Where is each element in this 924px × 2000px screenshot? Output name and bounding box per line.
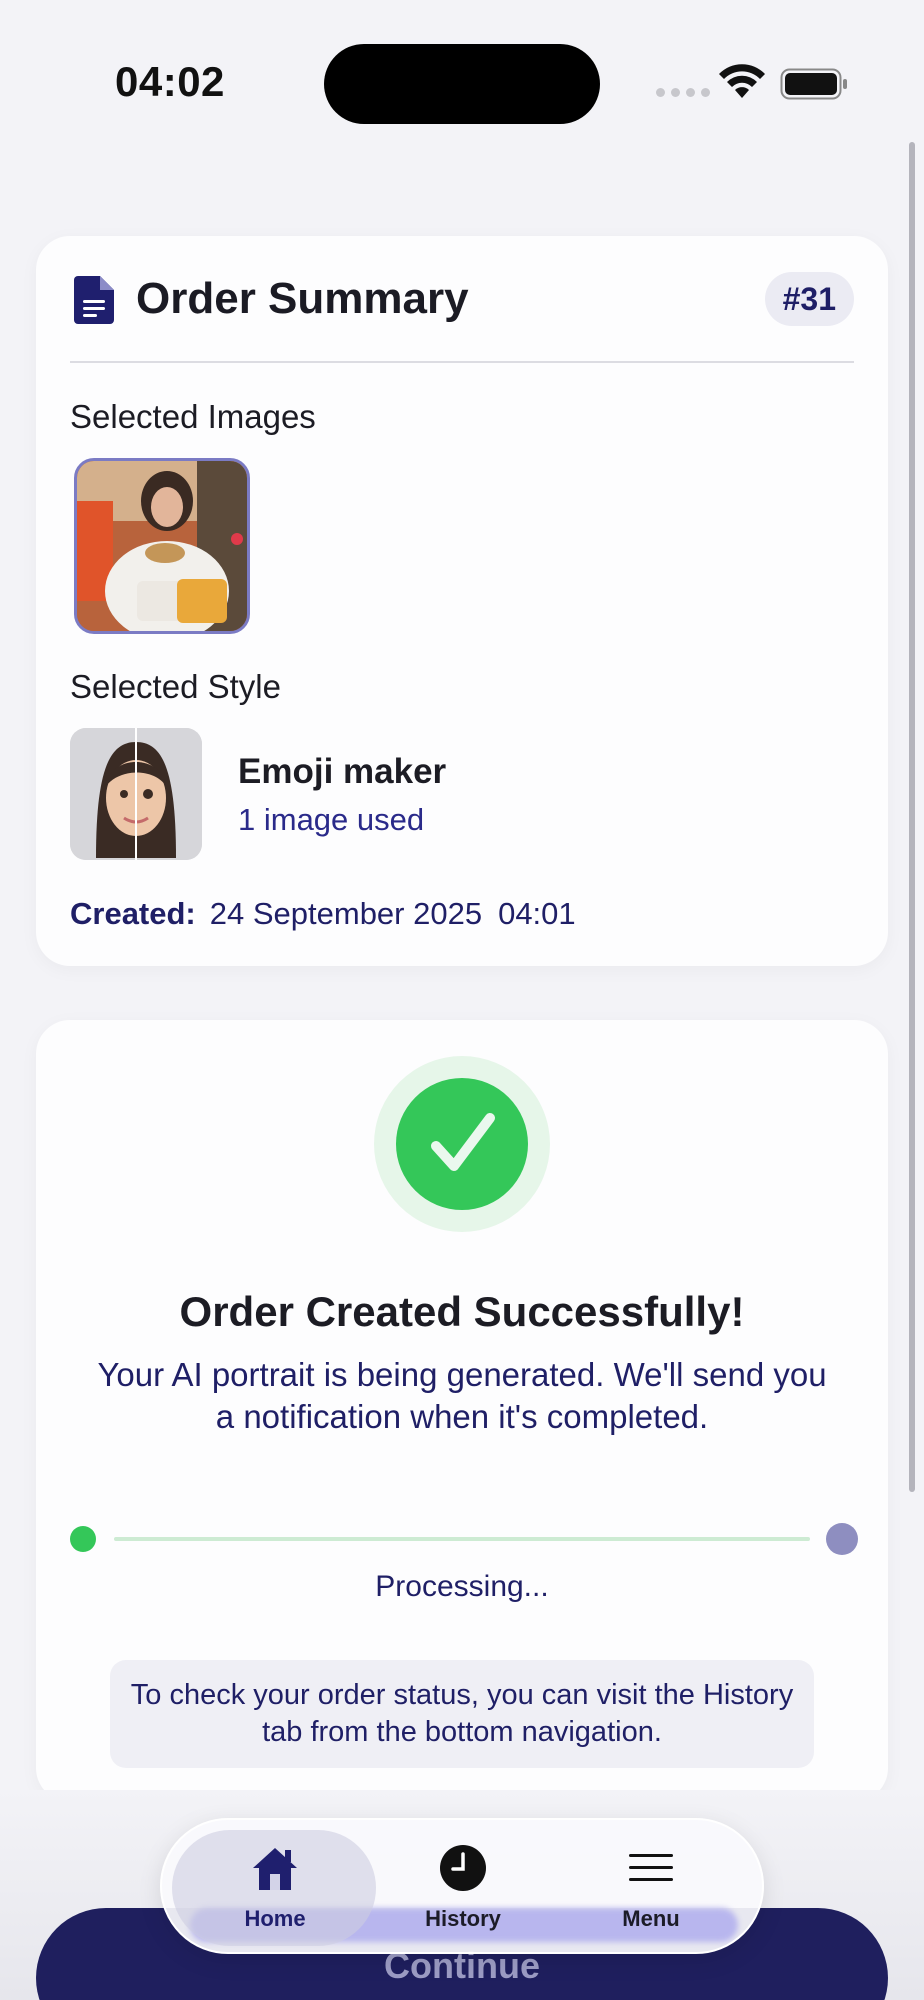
style-usage: 1 image used (238, 802, 425, 837)
bottom-tab-bar: Home History Menu (160, 1818, 764, 1954)
order-status-info: To check your order status, you can visi… (110, 1660, 814, 1768)
scrollbar[interactable] (909, 142, 915, 1492)
portrait-style-icon (70, 728, 202, 860)
success-check-badge (374, 1056, 550, 1232)
style-thumbnail (70, 728, 202, 860)
style-name: Emoji maker (238, 752, 447, 791)
tab-home-label: Home (244, 1906, 306, 1931)
progress-line (114, 1537, 810, 1541)
menu-icon (629, 1854, 673, 1881)
tab-menu[interactable]: Menu (556, 1820, 746, 1952)
selected-image-thumbnail[interactable] (74, 458, 250, 634)
order-summary-title: Order Summary (136, 274, 469, 323)
document-icon (74, 276, 114, 324)
order-number-badge: #31 (764, 272, 854, 326)
divider (70, 361, 854, 363)
created-label: Created: (70, 896, 196, 931)
tab-history-label: History (425, 1906, 501, 1931)
success-message: Your AI portrait is being generated. We'… (97, 1356, 827, 1435)
created-row: Created: 24 September 2025 04:01 (70, 896, 576, 932)
tab-history[interactable]: History (368, 1820, 558, 1952)
wifi-icon (719, 64, 765, 98)
clock-icon (440, 1845, 486, 1891)
status-time: 04:02 (115, 58, 225, 105)
tab-menu-label: Menu (622, 1906, 680, 1931)
processing-status: Processing... (375, 1570, 549, 1603)
status-bar: 04:02 (0, 0, 924, 170)
created-date: 24 September 2025 (209, 896, 483, 931)
cellular-signal-icon (656, 88, 710, 97)
progress-end-dot (826, 1523, 858, 1555)
home-icon (253, 1848, 297, 1890)
order-summary-card: Order Summary #31 Selected Images Select… (36, 236, 888, 966)
checkmark-icon (431, 1113, 495, 1171)
selected-images-label: Selected Images (70, 398, 316, 435)
battery-icon (780, 68, 847, 100)
selected-style-label: Selected Style (70, 668, 281, 705)
photo-thumbnail-icon (77, 461, 247, 631)
progress-start-dot (70, 1526, 96, 1552)
created-time: 04:01 (498, 896, 576, 931)
dynamic-island (324, 44, 600, 124)
tab-home[interactable]: Home (180, 1820, 370, 1952)
order-success-card: Order Created Successfully! Your AI port… (36, 1020, 888, 1802)
success-title: Order Created Successfully! (179, 1288, 745, 1335)
